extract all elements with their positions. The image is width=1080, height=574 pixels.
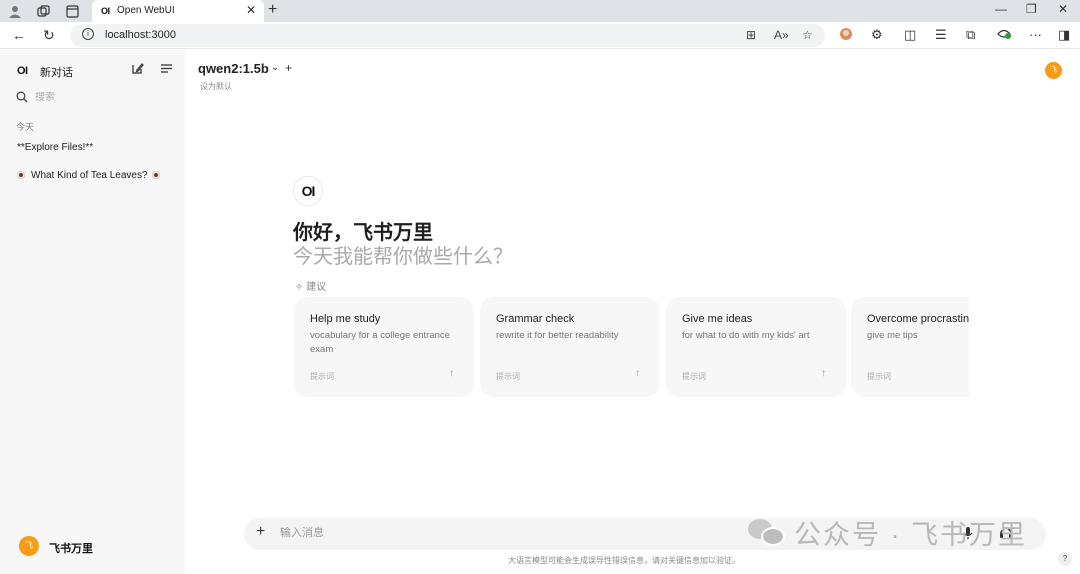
suggestion-cards: Help me study vocabulary for a college e…	[294, 297, 969, 399]
suggestion-card[interactable]: Give me ideas for what to do with my kid…	[666, 297, 846, 397]
hero-logo: OI	[293, 176, 323, 206]
disclaimer-text: 大语言模型可能会生成误导性错误信息，请对关键信息加以验证。	[508, 556, 740, 565]
tab-title: Open WebUI	[117, 5, 175, 16]
url-text[interactable]: localhost:3000	[105, 29, 176, 41]
arrow-up-icon: ↑	[635, 368, 640, 379]
section-label-today: 今天	[16, 122, 35, 132]
sidebar-menu-icon[interactable]	[160, 62, 173, 77]
suggestion-title: Overcome procrastination	[867, 313, 969, 325]
browser-address-bar: ← ↻ i localhost:3000 ⊞ A» ☆ ⚙ ◫ ☰ ⧉ ··· …	[0, 22, 1080, 49]
favorites-icon[interactable]: ☰	[935, 27, 947, 43]
chat-item-label: **Explore Files!**	[17, 142, 94, 153]
window-close-icon[interactable]: ✕	[1058, 2, 1068, 16]
tab-favicon: OI	[101, 6, 110, 16]
favorite-star-icon[interactable]: ☆	[802, 28, 813, 42]
profile-icon[interactable]	[7, 3, 23, 19]
model-selector[interactable]: qwen2:1.5b	[198, 61, 269, 76]
suggestion-desc: vocabulary for a college entrance exam	[310, 330, 450, 355]
arrow-up-icon: ↑	[449, 368, 454, 379]
header-user-avatar[interactable]: 飞	[1045, 62, 1062, 79]
sidebar-toggle-icon[interactable]: ◨	[1058, 27, 1070, 43]
search-input[interactable]	[35, 92, 165, 103]
collections-icon[interactable]: ⧉	[966, 27, 975, 43]
watermark: 公众号 · 飞书万里	[748, 514, 1027, 550]
url-field[interactable]: i localhost:3000 ⊞ A» ☆	[70, 24, 825, 47]
minimize-icon[interactable]: —	[995, 2, 1007, 16]
suggestion-foot: 提示词	[310, 372, 334, 381]
restore-icon[interactable]: ❐	[1026, 2, 1037, 16]
read-aloud-icon[interactable]: A»	[774, 28, 789, 42]
suggestion-card[interactable]: Help me study vocabulary for a college e…	[294, 297, 474, 397]
app-logo[interactable]: OI	[17, 65, 28, 77]
attach-plus-icon[interactable]: +	[256, 523, 265, 541]
user-avatar[interactable]: 飞	[19, 536, 39, 556]
arrow-up-icon: ↑	[821, 368, 826, 379]
split-screen-icon[interactable]: ◫	[904, 27, 916, 43]
chat-item-label: What Kind of Tea Leaves?	[31, 170, 148, 181]
suggestion-foot: 提示词	[496, 372, 520, 381]
refresh-icon[interactable]: ↻	[43, 27, 55, 44]
add-model-icon[interactable]: +	[285, 61, 292, 75]
browser-essentials-icon[interactable]	[997, 27, 1012, 43]
back-icon[interactable]: ←	[12, 27, 26, 43]
suggestion-foot: 提示词	[682, 372, 706, 381]
workspaces-icon[interactable]	[35, 3, 51, 19]
chat-list-item[interactable]: **Explore Files!**	[10, 136, 176, 160]
tea-emoji-icon	[17, 171, 25, 180]
browser-tab-bar: OI Open WebUI ✕ + — ❐ ✕	[0, 0, 1080, 22]
main-chat-area: qwen2:1.5b ⌄ + 设为默认 飞 OI 你好，飞书万里 今天我能帮你做…	[185, 50, 1080, 574]
help-button[interactable]: ?	[1058, 552, 1072, 566]
suggestion-desc: rewrite it for better readability	[496, 330, 619, 341]
extensions-icon[interactable]: ⚙	[871, 27, 883, 43]
watermark-text: 公众号 · 飞书万里	[794, 519, 1027, 550]
sidebar: OI 新对话 今天 **Explore Files!** What Kind o…	[0, 50, 185, 574]
set-default-link[interactable]: 设为默认	[200, 81, 232, 92]
suggestion-desc: give me tips	[867, 330, 918, 341]
suggestion-title: Grammar check	[496, 313, 575, 325]
chat-list-item[interactable]: What Kind of Tea Leaves?	[10, 164, 176, 188]
tab-actions-icon[interactable]	[64, 3, 80, 19]
suggestion-desc: for what to do with my kids' art	[682, 330, 810, 341]
suggestion-card[interactable]: Overcome procrastination give me tips 提示…	[851, 297, 969, 397]
user-name[interactable]: 飞书万里	[49, 540, 93, 556]
chevron-down-icon[interactable]: ⌄	[271, 62, 279, 73]
tab-close-icon[interactable]: ✕	[246, 3, 256, 17]
sparkle-icon: ✧	[295, 282, 304, 293]
tea-emoji-icon	[151, 171, 160, 180]
site-info-icon[interactable]: i	[82, 28, 94, 40]
app-available-icon[interactable]: ⊞	[746, 28, 756, 42]
suggestions-label: ✧ 建议	[295, 282, 327, 293]
search-icon	[16, 91, 28, 106]
suggestion-foot: 提示词	[867, 372, 891, 381]
wechat-logo-icon	[748, 517, 786, 547]
browser-tab-active[interactable]: OI Open WebUI ✕	[92, 0, 264, 22]
extension-avatar-icon[interactable]	[839, 27, 853, 44]
new-chat-edit-icon[interactable]	[131, 62, 144, 78]
new-tab-icon[interactable]: +	[268, 1, 277, 19]
suggestion-card[interactable]: Grammar check rewrite it for better read…	[480, 297, 660, 397]
more-menu-icon[interactable]: ···	[1029, 27, 1042, 42]
suggestion-title: Help me study	[310, 313, 381, 325]
greeting-subtitle: 今天我能帮你做些什么？	[293, 246, 513, 268]
new-chat-button[interactable]: 新对话	[40, 64, 73, 80]
suggestion-title: Give me ideas	[682, 313, 753, 325]
